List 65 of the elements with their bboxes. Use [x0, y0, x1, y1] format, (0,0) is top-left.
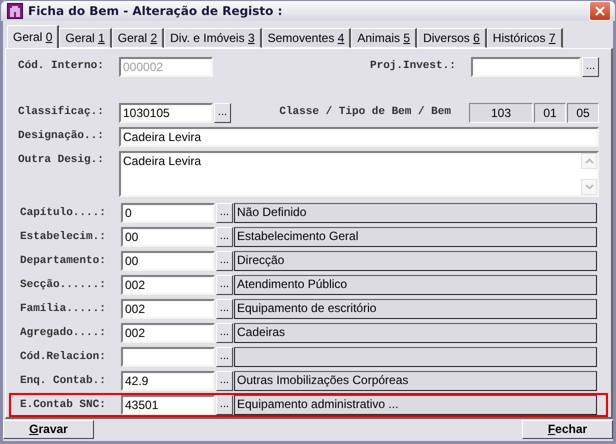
- input-field[interactable]: 00: [121, 227, 215, 248]
- browse-button[interactable]: ...: [216, 275, 233, 296]
- field-label: Família.....:: [20, 303, 107, 316]
- field-label: Capítulo....:: [20, 207, 107, 220]
- field-label: E.Contab SNC:: [20, 399, 107, 412]
- field-label: Proj.Invest.:: [370, 59, 457, 72]
- input-field[interactable]: 0: [121, 203, 215, 224]
- tab[interactable]: Semoventes 4: [262, 28, 352, 48]
- browse-button[interactable]: ...: [216, 203, 233, 224]
- chevron-down-icon: [584, 184, 594, 190]
- input-field[interactable]: 002: [121, 323, 215, 344]
- tab[interactable]: Geral 0: [7, 25, 60, 48]
- browse-button[interactable]: ...: [582, 57, 599, 78]
- browse-button[interactable]: ...: [216, 299, 233, 320]
- browse-button[interactable]: ...: [216, 251, 233, 272]
- tab[interactable]: Geral 2: [112, 28, 164, 48]
- description-field: Equipamento de escritório: [234, 299, 597, 320]
- save-button[interactable]: Gravar: [3, 420, 94, 439]
- tab[interactable]: Históricos 7: [486, 28, 563, 48]
- readonly-field: 01: [534, 103, 566, 124]
- close-window-button[interactable]: Fechar: [522, 420, 613, 439]
- browse-button[interactable]: ...: [216, 227, 233, 248]
- input-field[interactable]: 1030105: [119, 103, 213, 124]
- field-label: Classe / Tipo de Bem / Bem: [279, 105, 451, 118]
- input-field[interactable]: 43501: [121, 395, 215, 416]
- field-label: Designação..:: [18, 129, 105, 142]
- description-field: Estabelecimento Geral: [234, 227, 597, 248]
- field-label: Enq. Contab.:: [20, 375, 107, 388]
- field-label: Departamento:: [20, 255, 107, 268]
- tab[interactable]: Geral 1: [59, 28, 112, 48]
- browse-button[interactable]: ...: [216, 371, 233, 392]
- description-field: Atendimento Público: [234, 275, 597, 296]
- field-label: Cód. Interno:: [18, 59, 105, 72]
- close-icon: [594, 5, 606, 18]
- description-field: Não Definido: [234, 203, 597, 224]
- input-field[interactable]: [471, 57, 581, 78]
- browse-button[interactable]: ...: [214, 103, 231, 124]
- description-field: Equipamento administrativo ...: [234, 395, 597, 416]
- input-field[interactable]: 00: [121, 251, 215, 272]
- tab[interactable]: Animais 5: [351, 28, 418, 48]
- description-field: Cadeiras: [234, 323, 597, 344]
- input-field[interactable]: 002: [121, 299, 215, 320]
- browse-button[interactable]: ...: [216, 347, 233, 368]
- browse-button[interactable]: ...: [216, 323, 233, 344]
- readonly-field: 103: [469, 103, 533, 124]
- field-label: Classificaç.:: [18, 104, 105, 118]
- input-field[interactable]: Cadeira Levira: [119, 127, 599, 148]
- field-label: Agregado....:: [20, 327, 107, 340]
- field-label: Cód.Relacion:: [20, 351, 107, 364]
- readonly-field: 05: [567, 103, 599, 124]
- input-field[interactable]: 002: [121, 275, 215, 296]
- input-field[interactable]: [121, 347, 215, 368]
- field-label: Outra Desig.:: [18, 153, 105, 166]
- tab[interactable]: Div. e Imóveis 3: [164, 28, 262, 48]
- window-title: Ficha do Bem - Alteração de Registo :: [28, 4, 284, 18]
- description-field: Direcção: [234, 251, 597, 272]
- browse-button[interactable]: ...: [216, 395, 233, 416]
- tab[interactable]: Diversos 6: [417, 28, 487, 48]
- close-button[interactable]: [589, 1, 611, 22]
- field-label: Secção......:: [20, 279, 107, 292]
- building-icon: [7, 3, 23, 20]
- input-field[interactable]: 42.9: [121, 371, 215, 392]
- description-field: Outras Imobilizações Corpóreas: [234, 371, 597, 392]
- chevron-up-icon: [584, 158, 594, 164]
- field-label: Estabelecim.:: [20, 231, 107, 244]
